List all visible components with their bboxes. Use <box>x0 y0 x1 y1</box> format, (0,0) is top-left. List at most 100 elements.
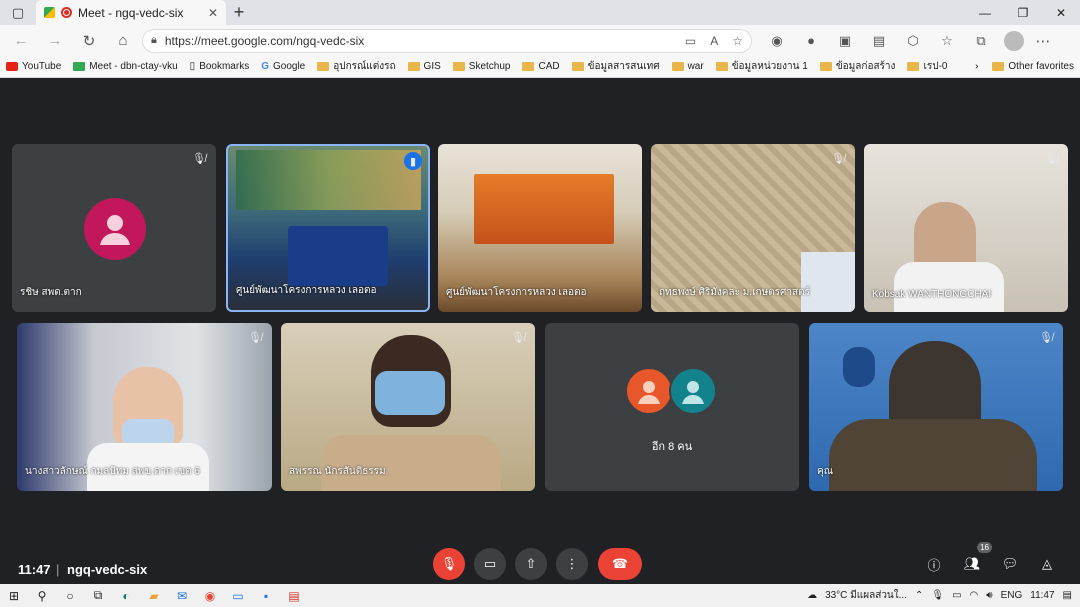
folder-icon <box>819 62 832 71</box>
extension-icon-3[interactable]: ▣ <box>832 33 858 49</box>
read-aloud-icon[interactable]: A <box>710 34 718 48</box>
chrome-icon[interactable]: ◉ <box>196 584 224 607</box>
address-bar: ← → ↻ ⌂ 🔒︎ https://meet.google.com/ngq-v… <box>0 25 1080 56</box>
self-tile[interactable]: 🎙︎̸ คุณ <box>809 323 1063 491</box>
bookmark-folder[interactable]: war <box>671 61 704 72</box>
leave-call-button[interactable]: ☎ <box>598 548 642 580</box>
video-scene <box>321 435 501 491</box>
bookmark-folder[interactable]: ข้อมูลหน่วยงาน 1 <box>715 59 808 74</box>
restore-button[interactable]: ❐ <box>1004 0 1042 25</box>
windows-taskbar: ⊞ ⚲ ○ ⧉ ◐ ▰ ✉ ◉ ▭ ▪ ▤ ☁ 33°C มีแผลส่วนใ.… <box>0 584 1080 607</box>
extensions-icon[interactable]: ⬡ <box>900 33 926 49</box>
collections-icon[interactable]: ⧉ <box>968 33 994 49</box>
bookmark-folder[interactable]: CAD <box>522 61 560 72</box>
pdf-icon[interactable]: ▤ <box>280 584 308 607</box>
favorite-star-icon[interactable]: ☆ <box>732 34 743 48</box>
mic-off-icon: 🎙︎̸ <box>192 153 206 165</box>
bookmark-folder[interactable]: เรป-0 <box>907 59 947 74</box>
logo-icon <box>843 347 875 387</box>
person-avatar-icon <box>669 367 717 415</box>
participant-tile[interactable]: 🎙︎̸ รชิษ สพด.ตาก <box>12 144 216 312</box>
cortana-icon[interactable]: ○ <box>56 584 84 607</box>
file-explorer-icon[interactable]: ▰ <box>140 584 168 607</box>
mail-icon[interactable]: ✉ <box>168 584 196 607</box>
mic-toggle-button[interactable]: 🎙︎ <box>433 548 465 580</box>
bookmark-bookmarks[interactable]: ▯ Bookmarks <box>190 61 250 72</box>
camera-icon[interactable]: ▭ <box>685 34 696 48</box>
participant-tile[interactable]: 🎙︎̸ สพรรณ นักรสันติธรรม <box>281 323 535 491</box>
edge-icon[interactable]: ◐ <box>112 584 140 607</box>
start-button[interactable]: ⊞ <box>0 584 28 607</box>
url-text: https://meet.google.com/ngq-vedc-six <box>164 33 365 48</box>
bookmark-google[interactable]: G Google <box>261 61 305 72</box>
back-button[interactable]: ← <box>6 28 36 54</box>
participant-tile[interactable]: ศูนย์พัฒนาโครงการหลวง เลอตอ <box>438 144 642 312</box>
volume-icon[interactable]: 🔊︎ <box>986 590 992 601</box>
more-options-button[interactable]: ⋮ <box>556 548 588 580</box>
notification-icon[interactable]: ▤ <box>1063 590 1072 601</box>
wifi-icon: ◠ <box>969 590 979 601</box>
banner-image <box>236 150 421 210</box>
bookmark-other-favorites[interactable]: Other favorites <box>1008 61 1074 72</box>
profile-avatar[interactable] <box>1004 30 1024 51</box>
extension-icon[interactable]: ◉ <box>764 33 790 49</box>
bookmark-meet[interactable]: Meet - dbn-ctay-vku <box>73 61 178 72</box>
home-button[interactable]: ⌂ <box>108 28 138 54</box>
more-menu-icon[interactable]: ⋯ <box>1028 28 1058 54</box>
participant-name: ศูนย์พัฒนาโครงการหลวง เลอตอ <box>446 287 587 298</box>
lock-icon: 🔒︎ <box>151 34 157 46</box>
participant-tile[interactable]: 🎙︎̸ Kobsak WANTHONGCHAI <box>864 144 1068 312</box>
video-scene <box>801 252 855 312</box>
present-button[interactable]: ⇧ <box>515 548 547 580</box>
bookmark-folder[interactable]: Sketchup <box>452 61 510 72</box>
search-icon[interactable]: ⚲ <box>28 584 56 607</box>
participant-tile-active[interactable]: ▮ ศูนย์พัฒนาโครงการหลวง เลอตอ <box>226 144 430 312</box>
forward-button[interactable]: → <box>40 28 70 54</box>
video-scene <box>894 262 1004 312</box>
minimize-button[interactable]: — <box>966 0 1004 25</box>
bookmark-folder[interactable]: GIS <box>407 61 441 72</box>
language-indicator[interactable]: ENG <box>1001 590 1023 601</box>
folder-icon <box>715 62 728 71</box>
participant-tile[interactable]: 🎙︎̸ ฤทธพงษ์ ศิริมังคละ ม.เกษตรศาสตร์ <box>651 144 855 312</box>
activities-button[interactable]: ◬ <box>1031 548 1063 580</box>
people-count-badge: 16 <box>977 542 992 553</box>
others-tile[interactable]: อีก 8 คน <box>545 323 799 491</box>
mic-tray-icon: 🎙︎ <box>931 590 945 601</box>
bookmark-folder[interactable]: อุปกรณ์แต่งรถ <box>317 59 396 74</box>
bookmark-folder[interactable]: ข้อมูลสารสนเทศ <box>571 59 660 74</box>
tab-actions-icon[interactable]: ▢ <box>0 0 36 25</box>
info-icon[interactable]: ⓘ <box>918 548 950 580</box>
chat-button[interactable]: 💬︎ <box>994 548 1026 580</box>
tab-meet[interactable]: Meet - ngq-vedc-six ✕ <box>36 0 226 25</box>
close-window-button[interactable]: ✕ <box>1042 0 1080 25</box>
weather-icon: ☁ <box>807 590 818 601</box>
tray-chevron-icon[interactable]: ⌃ <box>915 590 923 601</box>
meet-icon <box>73 62 86 71</box>
clock[interactable]: 11:47 <box>1030 590 1054 601</box>
mic-off-icon: 🎙︎̸ <box>1039 332 1053 344</box>
close-tab-icon[interactable]: ✕ <box>208 6 218 20</box>
zoom-icon[interactable]: ▭ <box>224 584 252 607</box>
weather-text[interactable]: 33°C มีแผลส่วนใ... <box>825 588 907 603</box>
banner-image <box>474 174 614 244</box>
url-field[interactable]: 🔒︎ https://meet.google.com/ngq-vedc-six … <box>142 28 752 53</box>
folder-icon <box>407 62 420 71</box>
extension-icon-4[interactable]: ▤ <box>866 33 892 49</box>
bookmark-folder[interactable]: ข้อมูลก่อสร้าง <box>819 59 895 74</box>
chevron-right-icon[interactable]: › <box>975 61 978 72</box>
task-view-icon[interactable]: ⧉ <box>84 584 112 607</box>
meeting-time: 11:47 <box>18 562 51 577</box>
camera-toggle-button[interactable]: ▭ <box>474 548 506 580</box>
mic-off-icon: 🎙︎̸ <box>831 153 845 165</box>
refresh-button[interactable]: ↻ <box>74 28 104 54</box>
extension-icon-2[interactable]: ● <box>798 33 824 49</box>
people-button[interactable]: 👥︎ 16 <box>956 542 992 580</box>
new-tab-button[interactable]: + <box>226 0 252 25</box>
tab-title: Meet - ngq-vedc-six <box>78 5 184 20</box>
folder-icon <box>907 62 920 71</box>
favorites-icon[interactable]: ☆ <box>934 33 960 49</box>
participant-tile[interactable]: 🎙︎̸ นางสาวลักษณ์ กมลปัทม สพข.ตาก เขต 6 <box>17 323 272 491</box>
bookmark-youtube[interactable]: YouTube <box>6 61 61 72</box>
app-icon[interactable]: ▪ <box>252 584 280 607</box>
